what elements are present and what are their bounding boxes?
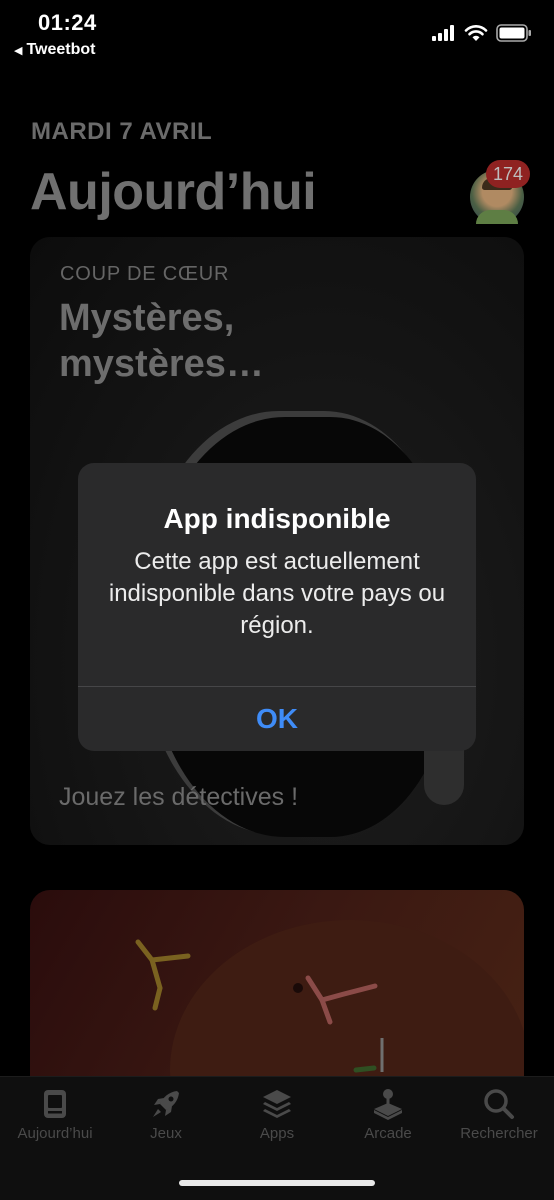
tab-today[interactable]: Aujourd’hui [0, 1087, 110, 1142]
card-subtitle: Jouez les détectives ! [59, 783, 299, 811]
date-label: MARDI 7 AVRIL [31, 118, 213, 145]
alert-message: Cette app est actuellement indisponible … [108, 548, 446, 640]
card-headline: Mystères, mystères… [59, 297, 264, 386]
today-icon [44, 1090, 66, 1118]
page-title: Aujourd’hui [30, 163, 317, 221]
status-icons [432, 24, 532, 42]
tab-label: Apps [259, 1125, 295, 1142]
app-store-screen: MARDI 7 AVRIL Aujourd’hui 174 COUP DE CŒ… [0, 0, 554, 1200]
unavailable-alert: App indisponible Cette app est actuellem… [78, 463, 476, 751]
back-to-app-link[interactable]: ◀ Tweetbot [14, 41, 96, 59]
wifi-icon [464, 24, 488, 41]
tab-games[interactable]: Jeux [111, 1087, 221, 1142]
notification-badge: 174 [486, 160, 530, 188]
ok-button[interactable]: OK [78, 687, 476, 751]
tab-arcade[interactable]: Arcade [333, 1087, 443, 1142]
tab-label: Rechercher [460, 1125, 538, 1142]
tab-label: Jeux [150, 1125, 182, 1142]
status-time: 01:24 [38, 10, 97, 35]
rocket-icon [153, 1091, 179, 1117]
tab-label: Aujourd’hui [17, 1125, 93, 1142]
tab-label: Arcade [364, 1125, 412, 1142]
search-icon [484, 1089, 514, 1119]
tab-search[interactable]: Rechercher [444, 1087, 554, 1142]
cellular-signal-icon [432, 25, 454, 41]
back-app-label: Tweetbot [26, 41, 96, 58]
alert-title: App indisponible [163, 503, 391, 534]
home-indicator[interactable] [179, 1180, 375, 1186]
card-eyebrow: COUP DE CŒUR [60, 263, 230, 285]
joystick-icon [374, 1089, 402, 1120]
battery-icon [496, 24, 531, 42]
tab-apps[interactable]: Apps [222, 1087, 332, 1142]
back-triangle-icon: ◀ [14, 44, 23, 57]
avatar-shirt [476, 210, 518, 224]
layers-icon [263, 1090, 291, 1118]
status-bar: 01:24 ◀ Tweetbot [0, 0, 554, 62]
